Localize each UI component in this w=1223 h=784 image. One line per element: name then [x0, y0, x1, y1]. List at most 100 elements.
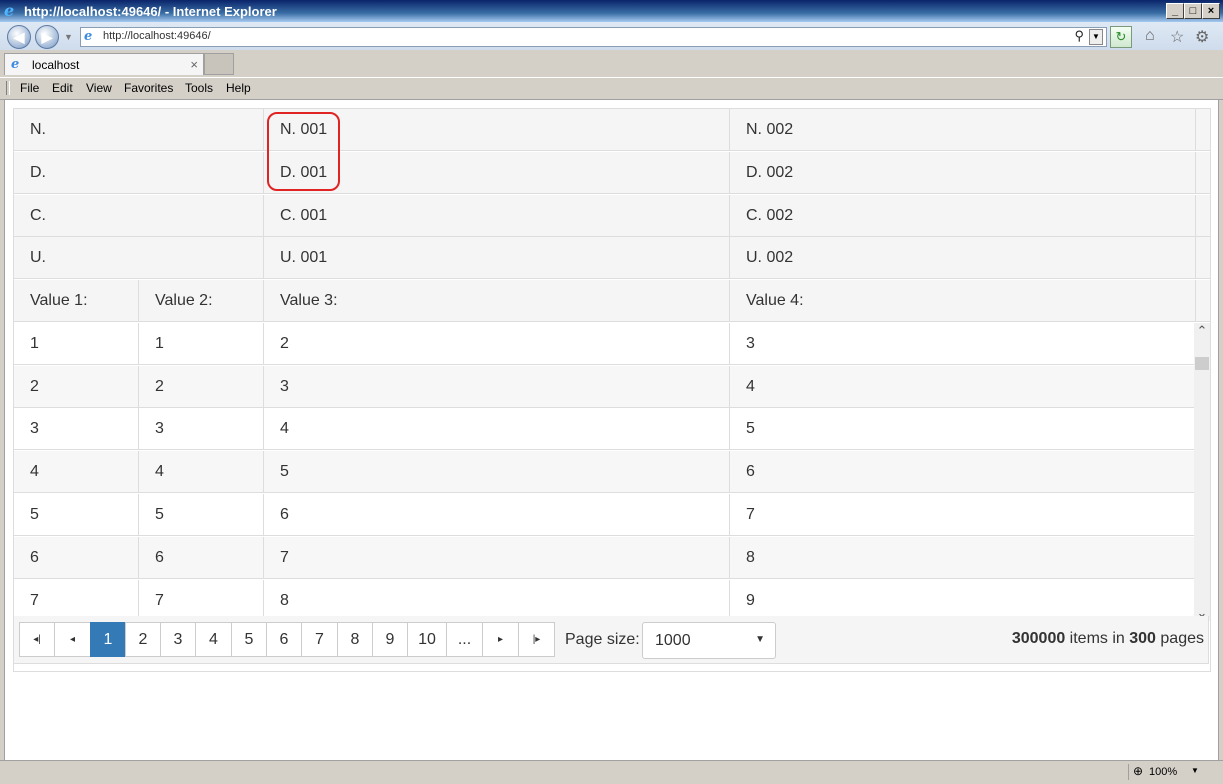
zoom-dropdown-icon[interactable]: ▼ — [1191, 766, 1199, 775]
table-cell: 8 — [730, 537, 1196, 579]
scrollbar-thumb[interactable] — [1195, 357, 1209, 370]
header-value: D. 002 — [730, 152, 1196, 194]
pager: ◂| ◂ 1 2 3 4 5 6 7 8 9 10 ... ▸ |▸ Page … — [13, 616, 1209, 664]
page-button-5[interactable]: 5 — [231, 622, 267, 657]
ie-logo-icon: e — [4, 1, 15, 20]
pager-info-text: items in — [1065, 630, 1130, 647]
header-value: N. 002 — [730, 109, 1196, 151]
table-row[interactable]: 6 6 7 8 — [14, 537, 1210, 579]
menu-help[interactable]: Help — [226, 81, 251, 95]
table-cell: 3 — [264, 366, 730, 408]
table-row[interactable]: 1 1 2 3 — [14, 323, 1210, 365]
total-pages: 300 — [1129, 630, 1156, 647]
table-cell: 3 — [14, 408, 139, 450]
table-row[interactable]: 5 5 6 7 — [14, 494, 1210, 536]
column-header[interactable]: Value 4: — [730, 280, 1196, 322]
column-header[interactable]: Value 2: — [139, 280, 264, 322]
table-row[interactable]: 2 2 3 4 — [14, 366, 1210, 408]
table-cell: 4 — [264, 408, 730, 450]
menu-favorites[interactable]: Favorites — [124, 81, 173, 95]
back-button[interactable]: ◀ — [7, 25, 31, 49]
compatibility-refresh-button[interactable]: ↻ — [1110, 26, 1132, 48]
table-cell: 2 — [14, 366, 139, 408]
table-cell: 2 — [264, 323, 730, 365]
page-button-2[interactable]: 2 — [125, 622, 161, 657]
tools-gear-icon[interactable]: ⚙ — [1195, 27, 1209, 47]
forward-button[interactable]: ▶ — [35, 25, 59, 49]
table-row[interactable]: 7 7 8 9 — [14, 580, 1210, 622]
table-cell: 6 — [139, 537, 264, 579]
pager-info-suffix: pages — [1155, 630, 1204, 647]
table-cell: 5 — [264, 451, 730, 493]
page-button-8[interactable]: 8 — [337, 622, 373, 657]
tab-bar: e localhost × — [0, 50, 1223, 77]
next-page-button[interactable]: ▸ — [482, 622, 519, 657]
last-page-button[interactable]: |▸ — [518, 622, 555, 657]
page-button-1[interactable]: 1 — [90, 622, 126, 657]
page-content: N. N. 001 N. 002 D. D. 001 D. 002 C. C. … — [4, 99, 1219, 761]
table-cell: 4 — [14, 451, 139, 493]
chevron-down-icon: ▼ — [755, 634, 765, 645]
menu-grip — [6, 81, 10, 95]
menu-file[interactable]: File — [20, 81, 39, 95]
maximize-button[interactable]: □ — [1184, 3, 1202, 19]
tab-label: localhost — [32, 58, 80, 72]
header-value: U. 002 — [730, 237, 1196, 279]
table-cell: 5 — [14, 494, 139, 536]
page-button-10[interactable]: 10 — [407, 622, 447, 657]
header-row-c: C. C. 001 C. 002 — [14, 195, 1210, 237]
page-size-label: Page size: — [565, 631, 640, 648]
header-value: U. 001 — [264, 237, 730, 279]
home-icon[interactable]: ⌂ — [1145, 27, 1155, 45]
scroll-up-icon[interactable]: ⌃ — [1194, 323, 1210, 339]
menu-view[interactable]: View — [86, 81, 112, 95]
prev-page-button[interactable]: ◂ — [54, 622, 91, 657]
table-row[interactable]: 4 4 5 6 — [14, 451, 1210, 493]
table-cell: 5 — [730, 408, 1196, 450]
favorites-star-icon[interactable]: ☆ — [1170, 27, 1184, 47]
table-cell: 6 — [264, 494, 730, 536]
page-button-4[interactable]: 4 — [195, 622, 232, 657]
header-row-d: D. D. 001 D. 002 — [14, 152, 1210, 194]
header-row-n: N. N. 001 N. 002 — [14, 109, 1210, 151]
address-bar[interactable]: e http://localhost:49646/ ⚲ ▼ — [80, 27, 1107, 47]
total-items: 300000 — [1011, 630, 1066, 647]
data-grid: N. N. 001 N. 002 D. D. 001 D. 002 C. C. … — [13, 108, 1211, 672]
page-button-6[interactable]: 6 — [266, 622, 302, 657]
header-label: U. — [14, 237, 264, 279]
header-label: N. — [14, 109, 264, 151]
page-icon: e — [84, 29, 93, 44]
page-size-select[interactable]: 1000 ▼ — [642, 622, 776, 659]
menu-bar: File Edit View Favorites Tools Help — [0, 77, 1223, 100]
grid-vertical-scrollbar[interactable]: ⌃ ⌄ — [1194, 323, 1210, 621]
address-url[interactable]: http://localhost:49646/ — [103, 30, 211, 42]
page-button-3[interactable]: 3 — [160, 622, 196, 657]
table-cell: 6 — [730, 451, 1196, 493]
column-header[interactable]: Value 3: — [264, 280, 730, 322]
page-button-7[interactable]: 7 — [301, 622, 338, 657]
recent-pages-dropdown-icon[interactable]: ▼ — [64, 32, 73, 42]
table-row[interactable]: 3 3 4 5 — [14, 408, 1210, 450]
menu-edit[interactable]: Edit — [52, 81, 73, 95]
header-value: N. 001 — [264, 109, 730, 151]
pager-info: 300000 items in 300 pages — [1012, 630, 1204, 648]
search-icon[interactable]: ⚲ — [1074, 28, 1084, 44]
minimize-button[interactable]: _ — [1166, 3, 1184, 19]
header-label: C. — [14, 195, 264, 237]
column-header[interactable]: Value 1: — [14, 280, 139, 322]
tab-close-icon[interactable]: × — [190, 57, 198, 72]
tab-localhost[interactable]: e localhost × — [4, 53, 204, 75]
page-button-9[interactable]: 9 — [372, 622, 408, 657]
table-cell: 4 — [139, 451, 264, 493]
header-label: D. — [14, 152, 264, 194]
first-page-button[interactable]: ◂| — [19, 622, 55, 657]
new-tab-button[interactable] — [204, 53, 234, 75]
table-cell: 3 — [730, 323, 1196, 365]
close-window-button[interactable]: × — [1202, 3, 1220, 19]
table-cell: 1 — [14, 323, 139, 365]
more-pages-button[interactable]: ... — [446, 622, 483, 657]
zoom-control[interactable]: ⊕ 100% ▼ — [1128, 764, 1209, 780]
address-dropdown-icon[interactable]: ▼ — [1089, 29, 1103, 45]
title-bar: e http://localhost:49646/ - Internet Exp… — [0, 0, 1223, 22]
menu-tools[interactable]: Tools — [185, 81, 213, 95]
